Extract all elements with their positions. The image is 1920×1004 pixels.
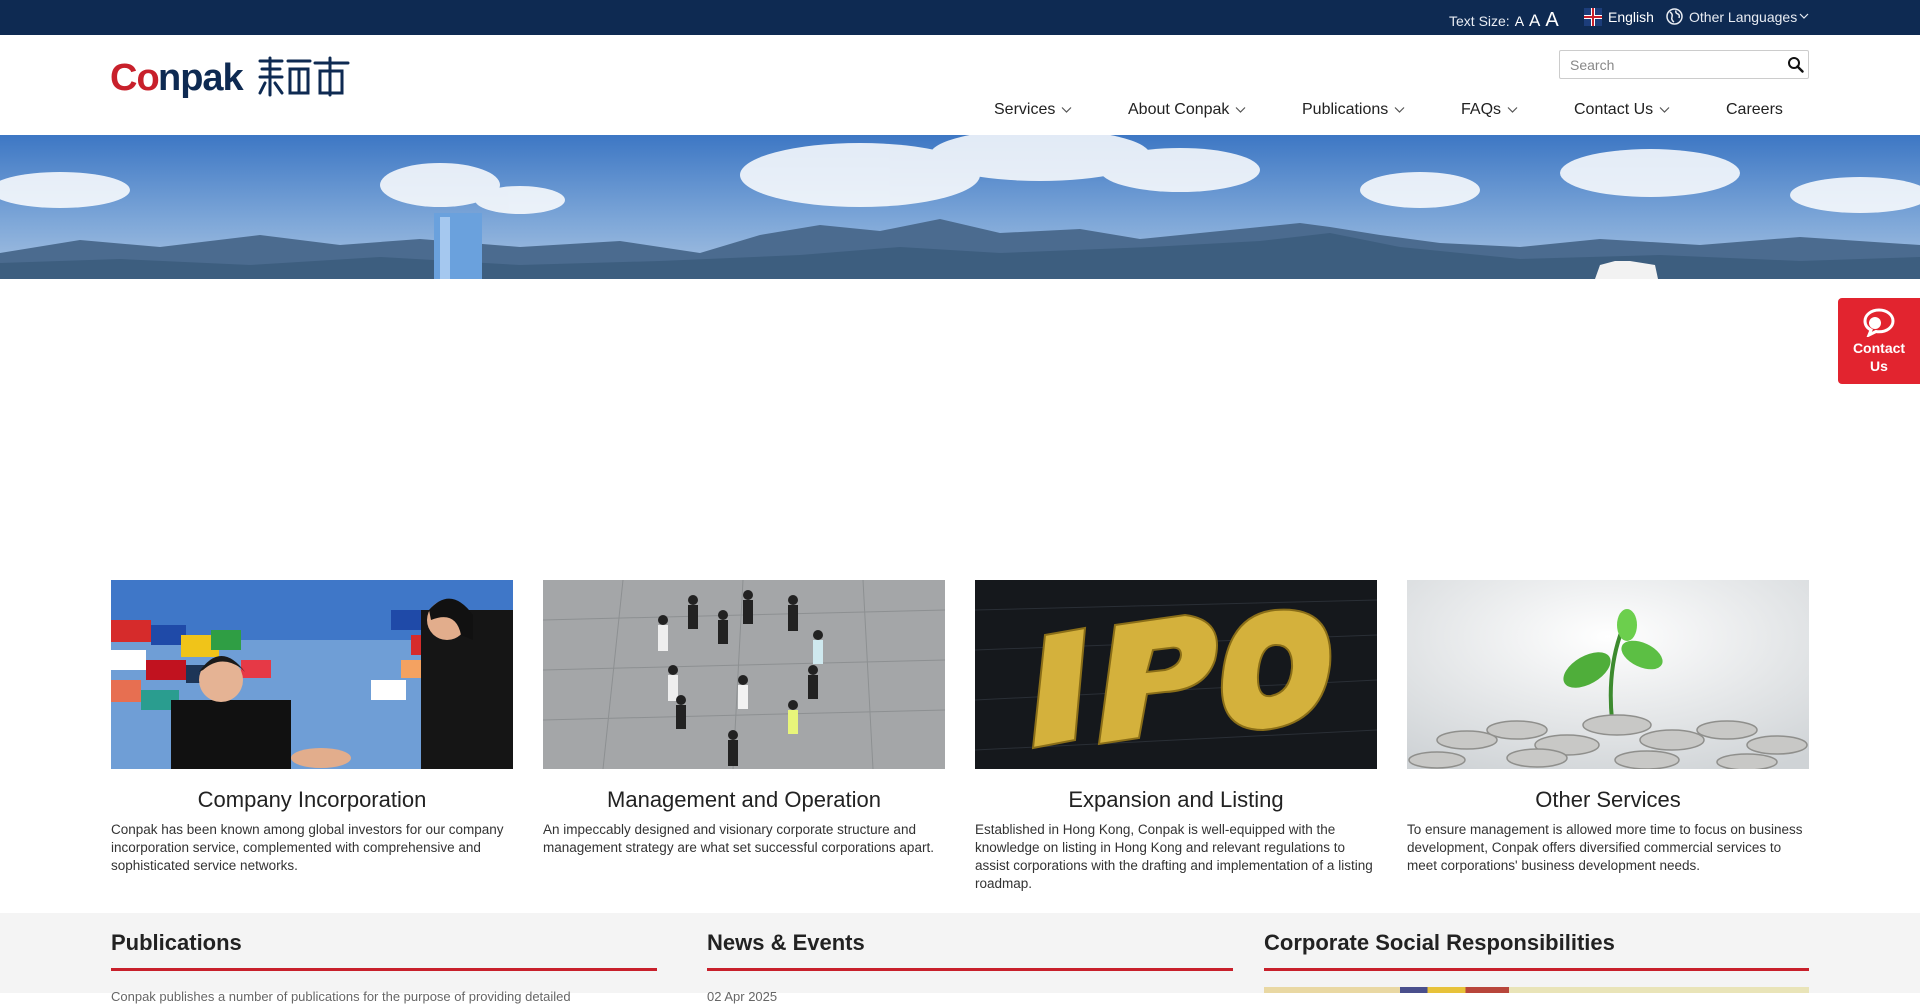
text-size-large-button[interactable]: A (1545, 9, 1558, 32)
contact-us-floating-button[interactable]: Contact Us (1838, 298, 1920, 384)
service-image-plant-coins (1407, 580, 1809, 769)
service-title: Expansion and Listing (1068, 787, 1284, 812)
service-title: Company Incorporation (197, 787, 427, 812)
nav-label: Publications (1302, 101, 1389, 118)
nav-label: Contact Us (1574, 101, 1654, 118)
nav-item-publications[interactable]: Publications (1302, 101, 1405, 119)
search-input[interactable] (1560, 51, 1770, 78)
search-icon[interactable] (1787, 56, 1804, 73)
text-size-label: Text Size: (1449, 13, 1510, 29)
conpak-logo[interactable]: Co npak (110, 55, 350, 101)
chevron-down-icon (1799, 13, 1809, 19)
nav-item-careers[interactable]: Careers (1726, 101, 1783, 119)
contact-float-line2: Us (1870, 358, 1888, 374)
other-languages-dropdown[interactable]: Other Languages (1666, 8, 1809, 25)
svg-text:Co: Co (110, 57, 159, 99)
main-navigation: Services About Conpak Publications FAQs … (0, 101, 1920, 125)
publications-heading[interactable]: Publications (111, 930, 657, 971)
news-events-heading[interactable]: News & Events (707, 930, 1233, 971)
contact-float-line1: Contact (1852, 340, 1906, 356)
nav-label: Careers (1726, 101, 1783, 118)
service-description: Established in Hong Kong, Conpak is well… (975, 822, 1373, 891)
service-title: Other Services (1535, 787, 1681, 812)
uk-flag-icon (1584, 8, 1602, 26)
service-title: Management and Operation (607, 787, 881, 812)
service-description: An impeccably designed and visionary cor… (543, 822, 934, 855)
nav-label: Services (994, 101, 1056, 118)
csr-heading[interactable]: Corporate Social Responsibilities (1264, 930, 1809, 971)
hero-banner-image (0, 135, 1920, 279)
service-image-flags-handshake (111, 580, 513, 769)
news-date: 02 Apr 2025 (707, 989, 778, 1004)
site-header: Co npak Services About Conpak Publicatio… (0, 35, 1920, 135)
chevron-down-icon (1061, 107, 1072, 113)
publications-intro: Conpak publishes a number of publication… (111, 989, 571, 1004)
nav-item-about-conpak[interactable]: About Conpak (1128, 101, 1246, 119)
csr-image-strip (1264, 987, 1809, 993)
search-box (1559, 50, 1809, 79)
nav-label: About Conpak (1128, 101, 1230, 118)
nav-label: FAQs (1461, 101, 1502, 118)
top-utility-bar: Text Size: A A A English Other Languages (0, 0, 1920, 35)
text-size-medium-button[interactable]: A (1529, 11, 1540, 31)
other-languages-label: Other Languages (1689, 8, 1798, 25)
chevron-down-icon (1659, 107, 1670, 113)
chevron-down-icon (1507, 107, 1518, 113)
service-image-business-people (543, 580, 945, 769)
service-card-expansion-listing[interactable]: Expansion and Listing Established in Hon… (975, 580, 1377, 893)
service-image-ipo (975, 580, 1377, 769)
language-english-link[interactable]: English (1584, 8, 1654, 26)
chevron-down-icon (1235, 107, 1246, 113)
svg-text:npak: npak (158, 57, 245, 99)
globe-icon (1666, 8, 1683, 25)
text-size-control: Text Size: A A A (1449, 9, 1559, 32)
service-description: Conpak has been known among global inves… (111, 822, 504, 873)
nav-item-contact-us[interactable]: Contact Us (1574, 101, 1670, 119)
chevron-down-icon (1394, 107, 1405, 113)
service-card-management-operation[interactable]: Management and Operation An impeccably d… (543, 580, 945, 857)
service-card-company-incorporation[interactable]: Company Incorporation Conpak has been kn… (111, 580, 513, 875)
service-card-other-services[interactable]: Other Services To ensure management is a… (1407, 580, 1809, 875)
chat-icon (1863, 308, 1895, 337)
text-size-small-button[interactable]: A (1515, 13, 1524, 29)
nav-item-faqs[interactable]: FAQs (1461, 101, 1518, 119)
nav-item-services[interactable]: Services (994, 101, 1072, 119)
csr-section: Corporate Social Responsibilities (1264, 930, 1809, 971)
language-label: English (1608, 9, 1654, 25)
service-description: To ensure management is allowed more tim… (1407, 822, 1803, 873)
